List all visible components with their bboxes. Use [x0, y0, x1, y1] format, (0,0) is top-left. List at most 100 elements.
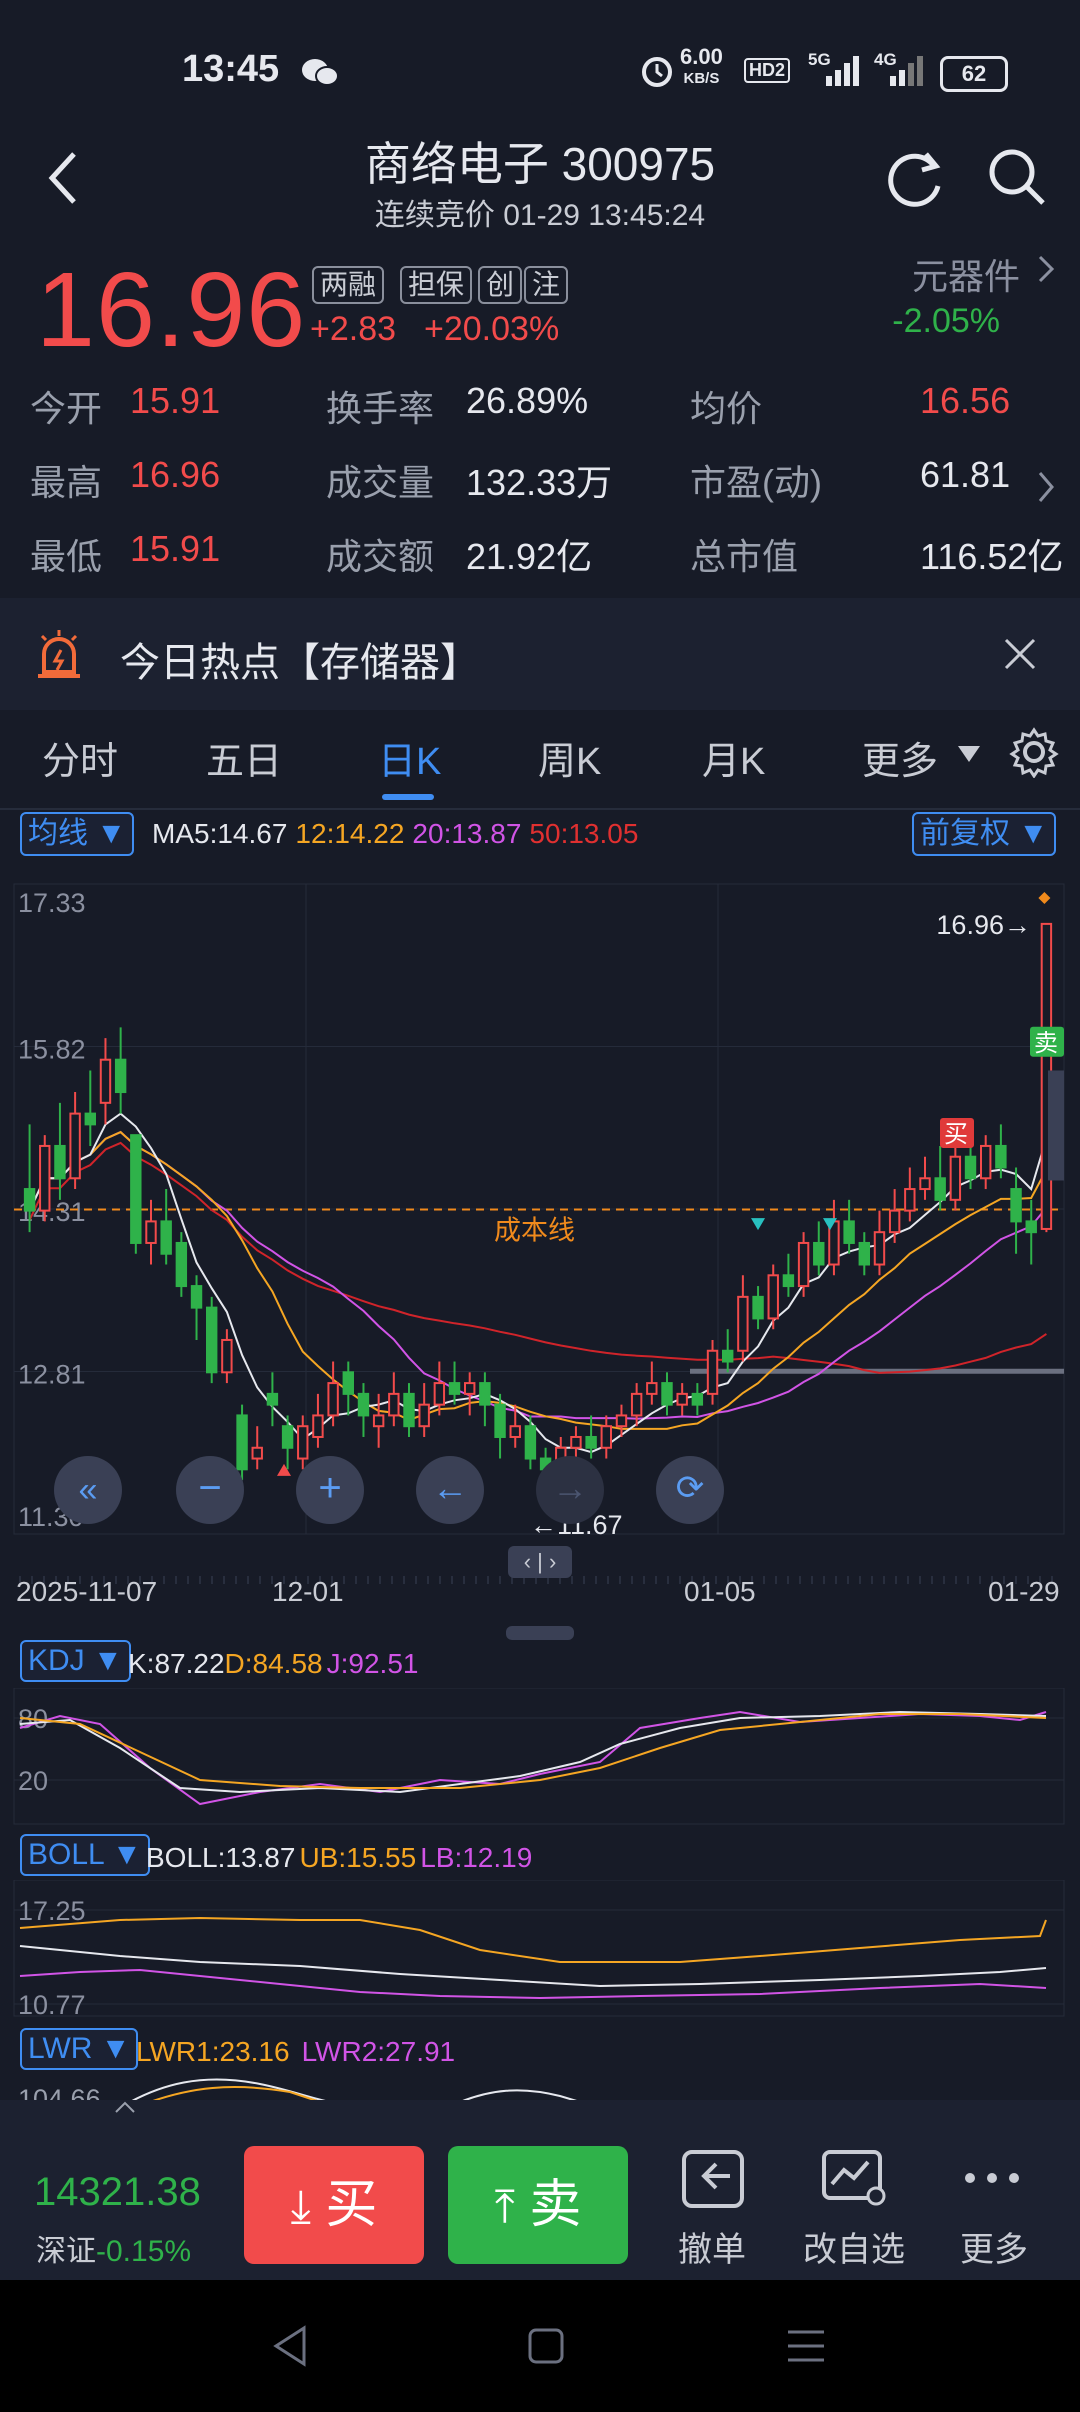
- candle: [676, 1392, 688, 1406]
- candle: [570, 1435, 582, 1449]
- tab-daily-k[interactable]: 日K: [378, 730, 441, 785]
- tab-more[interactable]: 更多: [862, 730, 938, 785]
- candle: [464, 1382, 476, 1395]
- tab-five-day[interactable]: 五日: [206, 730, 282, 785]
- edit-watchlist-label[interactable]: 改自选: [784, 2222, 924, 2271]
- search-icon[interactable]: [986, 146, 1048, 208]
- boll-dropdown-button[interactable]: BOLL ▼: [20, 1834, 150, 1876]
- signal-4g-icon: [890, 56, 923, 86]
- net-speed: 6.00 KB/S: [680, 44, 723, 88]
- kdj-chart[interactable]: 8020: [0, 1688, 1080, 1828]
- candle: [221, 1338, 233, 1374]
- tab-intraday[interactable]: 分时: [42, 730, 118, 785]
- range-slider-handle[interactable]: ‹ | ›: [508, 1546, 572, 1578]
- candle: [175, 1241, 188, 1288]
- quote-label: 换手率: [326, 388, 435, 429]
- candle: [281, 1425, 294, 1449]
- tag-guarantee[interactable]: 担保: [400, 266, 473, 304]
- sell-marker-label: 卖: [1034, 1029, 1058, 1057]
- zoom-out-max-button[interactable]: «: [54, 1456, 122, 1524]
- candle: [767, 1274, 779, 1320]
- ma-dropdown-button[interactable]: 均线 ▼: [20, 812, 135, 856]
- tab-monthly-k[interactable]: 月K: [702, 730, 765, 785]
- buy-marker-label: 买: [944, 1120, 968, 1148]
- sector-name[interactable]: 元器件: [912, 248, 1020, 300]
- x-label-dec: 12-01: [272, 1576, 344, 1607]
- candle: [388, 1392, 400, 1417]
- chevron-right-icon[interactable]: [1036, 470, 1056, 504]
- candle: [266, 1392, 279, 1406]
- quote-value: 15.91: [130, 380, 221, 421]
- expand-up-icon[interactable]: [114, 2100, 136, 2114]
- quote-label: 市盈(动): [690, 462, 822, 503]
- quote-value: 16.56: [920, 380, 1011, 421]
- refresh-icon[interactable]: [886, 148, 946, 208]
- scroll-right-button[interactable]: →: [536, 1456, 604, 1524]
- adjust-dropdown-button[interactable]: 前复权 ▼: [912, 812, 1057, 856]
- quote-label: 最高: [30, 462, 103, 503]
- kdj-dropdown-button[interactable]: KDJ ▼: [20, 1640, 131, 1682]
- panel-frame: [13, 1688, 1065, 1825]
- candle: [995, 1144, 1007, 1169]
- candle: [782, 1274, 795, 1288]
- candle: [69, 1112, 81, 1180]
- candle: [843, 1220, 855, 1244]
- candle: [342, 1371, 354, 1395]
- signal-arrow-icon: [751, 1218, 765, 1231]
- candle: [114, 1058, 127, 1094]
- candle: [873, 1231, 886, 1266]
- zoom-out-button[interactable]: −: [176, 1456, 244, 1524]
- rotate-screen-button[interactable]: ⟳: [656, 1456, 724, 1524]
- chevron-right-icon[interactable]: [1036, 254, 1056, 284]
- more-dots-icon[interactable]: [962, 2170, 1022, 2186]
- tag-registered[interactable]: 注: [524, 266, 569, 304]
- more-label[interactable]: 更多: [924, 2222, 1064, 2271]
- index-value[interactable]: 14321.38: [34, 2170, 201, 2215]
- hot-topic-bar[interactable]: 今日热点【存储器】: [0, 598, 1080, 710]
- quote-label: 成交量: [326, 462, 435, 503]
- candle: [448, 1382, 461, 1395]
- quote-label: 成交额: [326, 536, 435, 577]
- scroll-left-button[interactable]: ←: [416, 1456, 484, 1524]
- quote-value: 21.92亿: [466, 536, 593, 577]
- lwr-dropdown-button[interactable]: LWR ▼: [20, 2028, 139, 2070]
- triangle-down-icon[interactable]: [956, 744, 982, 764]
- y-axis-label: 15.82: [18, 1035, 86, 1065]
- sell-button[interactable]: ⤒ 卖: [448, 2146, 628, 2264]
- candle: [615, 1414, 628, 1428]
- candle: [494, 1403, 506, 1438]
- boll-chart[interactable]: 17.25 10.77: [0, 1880, 1080, 2020]
- candle: [797, 1241, 810, 1288]
- status-bar: 13:45 6.00 KB/S HD2 5G 4G 62: [0, 0, 1080, 130]
- nav-home-icon[interactable]: [526, 2326, 566, 2366]
- boll-lb-line: [19, 1968, 1047, 2000]
- scroll-indicator: [1048, 1070, 1064, 1181]
- edit-watchlist-icon[interactable]: [820, 2148, 890, 2210]
- quote-label: 最低: [30, 536, 103, 577]
- zoom-in-button[interactable]: +: [296, 1456, 364, 1524]
- nav-menu-icon[interactable]: [784, 2326, 828, 2366]
- candle: [418, 1403, 430, 1428]
- quote-label: 今开: [30, 388, 103, 429]
- tag-chinext[interactable]: 创: [478, 266, 523, 304]
- panel-resize-handle[interactable]: [506, 1626, 574, 1640]
- clock: 13:45: [182, 48, 280, 90]
- nav-back-icon[interactable]: [270, 2324, 310, 2368]
- signal-arrow-icon: [277, 1463, 291, 1476]
- index-info[interactable]: 深证-0.15%: [36, 2226, 191, 2270]
- candle: [813, 1241, 825, 1266]
- buy-button[interactable]: ⤓ 买: [244, 2146, 424, 2264]
- candle: [691, 1392, 704, 1406]
- cancel-order-icon[interactable]: [680, 2148, 746, 2210]
- candle: [236, 1414, 248, 1471]
- alarm-light-icon: [38, 630, 80, 678]
- settings-gear-icon[interactable]: [1008, 726, 1060, 778]
- tag-margin[interactable]: 两融: [312, 266, 385, 304]
- close-icon[interactable]: [1002, 636, 1038, 672]
- current-price: 16.96: [36, 251, 307, 369]
- tab-weekly-k[interactable]: 周K: [538, 730, 601, 785]
- quote-value: 16.96: [130, 454, 221, 495]
- candle: [509, 1425, 521, 1438]
- boll-ub-line: [19, 1916, 1047, 1963]
- cancel-order-label[interactable]: 撤单: [642, 2222, 782, 2271]
